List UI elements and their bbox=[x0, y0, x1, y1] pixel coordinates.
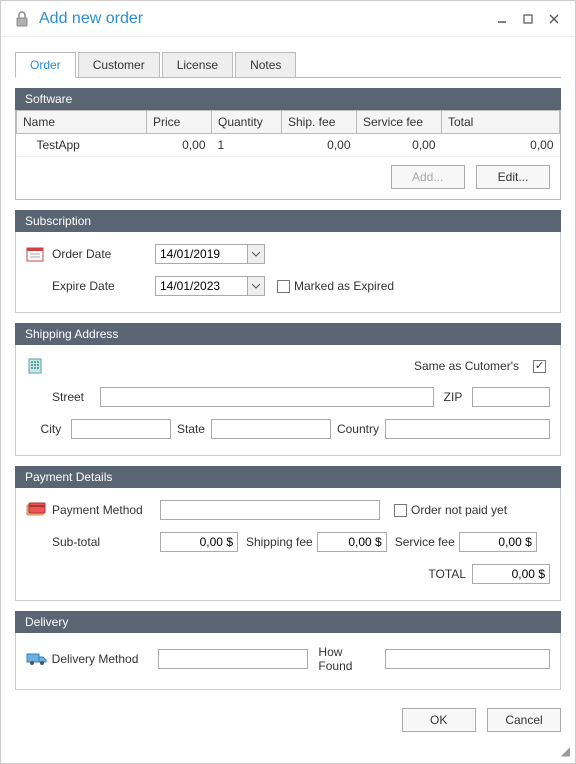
service-fee-input[interactable] bbox=[459, 532, 537, 552]
same-as-checkbox[interactable] bbox=[533, 360, 546, 373]
col-quantity[interactable]: Quantity bbox=[212, 111, 282, 134]
cell-servicefee: 0,00 bbox=[357, 134, 442, 157]
col-name[interactable]: Name bbox=[17, 111, 147, 134]
resize-grip[interactable]: ◢ bbox=[561, 744, 570, 758]
country-input[interactable] bbox=[385, 419, 550, 439]
credit-card-icon bbox=[26, 502, 52, 518]
city-label: City bbox=[41, 422, 63, 436]
delivery-method-input[interactable] bbox=[158, 649, 308, 669]
software-table: Name Price Quantity Ship. fee Service fe… bbox=[16, 110, 560, 157]
marked-expired-checkbox[interactable] bbox=[277, 280, 290, 293]
delivery-header: Delivery bbox=[15, 611, 561, 633]
tab-notes[interactable]: Notes bbox=[235, 52, 296, 78]
software-table-wrap: Name Price Quantity Ship. fee Service fe… bbox=[15, 110, 561, 200]
add-button[interactable]: Add... bbox=[391, 165, 465, 189]
order-date-label: Order Date bbox=[52, 247, 147, 261]
tab-order[interactable]: Order bbox=[15, 52, 76, 78]
subscription-body: Order Date Expire Date Marked as Expired bbox=[15, 232, 561, 313]
expire-date-label: Expire Date bbox=[52, 279, 147, 293]
street-input[interactable] bbox=[100, 387, 434, 407]
shipping-fee-input[interactable] bbox=[317, 532, 387, 552]
state-input[interactable] bbox=[211, 419, 331, 439]
subtotal-label: Sub-total bbox=[52, 535, 152, 549]
col-shipfee[interactable]: Ship. fee bbox=[282, 111, 357, 134]
how-found-label: How Found bbox=[318, 645, 379, 673]
service-fee-label: Service fee bbox=[395, 535, 455, 549]
cell-quantity: 1 bbox=[212, 134, 282, 157]
chevron-down-icon[interactable] bbox=[247, 276, 265, 296]
tab-customer[interactable]: Customer bbox=[78, 52, 160, 78]
payment-method-label: Payment Method bbox=[52, 503, 152, 517]
minimize-button[interactable] bbox=[491, 8, 513, 30]
payment-header: Payment Details bbox=[15, 466, 561, 488]
tabs: Order Customer License Notes bbox=[15, 51, 561, 78]
city-input[interactable] bbox=[71, 419, 171, 439]
payment-method-input[interactable] bbox=[160, 500, 380, 520]
state-label: State bbox=[177, 422, 205, 436]
payment-body: Payment Method Order not paid yet Sub-to… bbox=[15, 488, 561, 601]
cell-total: 0,00 bbox=[442, 134, 560, 157]
delivery-method-label: Delivery Method bbox=[52, 652, 151, 666]
not-paid-label: Order not paid yet bbox=[411, 503, 507, 517]
delivery-body: Delivery Method How Found bbox=[15, 633, 561, 690]
expire-date-field[interactable] bbox=[155, 276, 265, 296]
street-label: Street bbox=[52, 390, 92, 404]
cell-price: 0,00 bbox=[147, 134, 212, 157]
zip-label: ZIP bbox=[438, 390, 468, 404]
subtotal-input[interactable] bbox=[160, 532, 238, 552]
edit-button[interactable]: Edit... bbox=[476, 165, 550, 189]
not-paid-checkbox[interactable] bbox=[394, 504, 407, 517]
building-icon bbox=[26, 357, 52, 375]
country-label: Country bbox=[337, 422, 379, 436]
cancel-button[interactable]: Cancel bbox=[487, 708, 561, 732]
cell-shipfee: 0,00 bbox=[282, 134, 357, 157]
table-row[interactable]: TestApp 0,00 1 0,00 0,00 0,00 bbox=[17, 134, 560, 157]
col-servicefee[interactable]: Service fee bbox=[357, 111, 442, 134]
title-bar: Add new order bbox=[1, 1, 575, 37]
truck-icon bbox=[26, 651, 52, 667]
close-button[interactable] bbox=[543, 8, 565, 30]
subscription-header: Subscription bbox=[15, 210, 561, 232]
col-price[interactable]: Price bbox=[147, 111, 212, 134]
shipping-header: Shipping Address bbox=[15, 323, 561, 345]
chevron-down-icon[interactable] bbox=[247, 244, 265, 264]
marked-expired-label: Marked as Expired bbox=[294, 279, 394, 293]
zip-input[interactable] bbox=[472, 387, 550, 407]
col-total[interactable]: Total bbox=[442, 111, 560, 134]
software-header: Software bbox=[15, 88, 561, 110]
cell-name: TestApp bbox=[17, 134, 147, 157]
tab-license[interactable]: License bbox=[162, 52, 233, 78]
shipping-body: Same as Cutomer's Street ZIP City State … bbox=[15, 345, 561, 456]
calendar-icon bbox=[26, 245, 52, 263]
ok-button[interactable]: OK bbox=[402, 708, 476, 732]
shipping-fee-label: Shipping fee bbox=[246, 535, 313, 549]
window-title: Add new order bbox=[39, 10, 143, 28]
order-date-field[interactable] bbox=[155, 244, 265, 264]
same-as-label: Same as Cutomer's bbox=[414, 359, 519, 373]
software-header-row: Name Price Quantity Ship. fee Service fe… bbox=[17, 111, 560, 134]
total-label: TOTAL bbox=[428, 567, 466, 581]
lock-icon bbox=[15, 11, 29, 27]
total-input[interactable] bbox=[472, 564, 550, 584]
maximize-button[interactable] bbox=[517, 8, 539, 30]
dialog-buttons: OK Cancel bbox=[1, 694, 575, 732]
how-found-input[interactable] bbox=[385, 649, 550, 669]
